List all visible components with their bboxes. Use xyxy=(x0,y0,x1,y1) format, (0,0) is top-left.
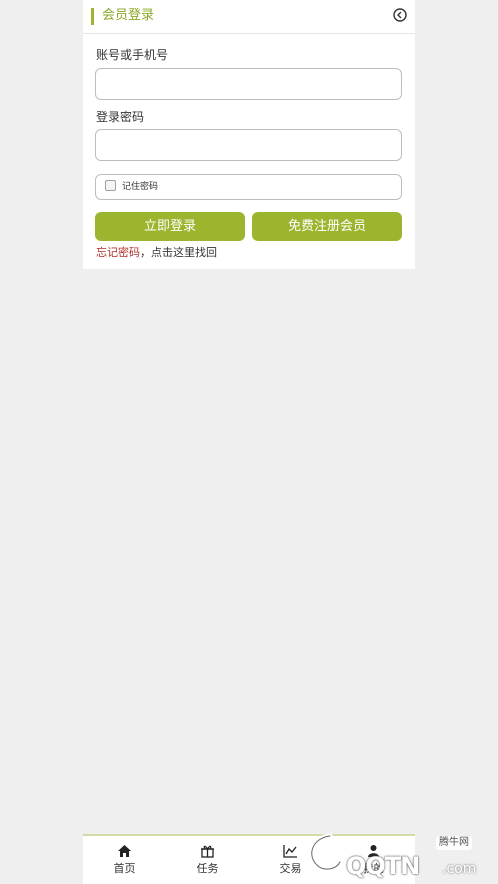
nav-item-tasks[interactable]: 任务 xyxy=(166,836,249,884)
remember-password-row[interactable]: 记住密码 xyxy=(95,174,402,200)
circle-chevron-left-icon xyxy=(393,8,407,22)
watermark-site-name: 腾牛网 xyxy=(436,836,472,850)
header-accent-bar xyxy=(91,8,94,25)
chart-icon xyxy=(283,845,297,858)
panel-header: 会员登录 xyxy=(83,0,415,34)
remember-label: 记住密码 xyxy=(122,182,159,192)
gift-icon xyxy=(201,845,214,858)
password-input[interactable] xyxy=(95,129,402,161)
nav-label-home: 首页 xyxy=(113,862,136,875)
nav-item-home[interactable]: 首页 xyxy=(83,836,166,884)
nav-label-tasks: 任务 xyxy=(196,862,219,875)
forgot-password-link[interactable]: 忘记密码 xyxy=(96,246,140,259)
watermark-suffix: .com xyxy=(442,861,477,877)
login-button[interactable]: 立即登录 xyxy=(95,212,245,241)
remember-checkbox[interactable] xyxy=(105,180,116,191)
password-label: 登录密码 xyxy=(96,110,145,124)
account-label: 账号或手机号 xyxy=(96,48,169,62)
page-title: 会员登录 xyxy=(102,8,155,23)
home-icon xyxy=(118,845,131,857)
account-input[interactable] xyxy=(95,68,402,100)
back-button[interactable] xyxy=(393,8,407,22)
forgot-password-hint: ，点击这里找回 xyxy=(140,246,217,259)
forgot-password-row: 忘记密码，点击这里找回 xyxy=(96,246,217,260)
register-button[interactable]: 免费注册会员 xyxy=(252,212,402,241)
watermark-logo: QQTN xyxy=(346,852,420,880)
login-panel: 会员登录 账号或手机号 登录密码 记住密码 立即登录 免费注册会员 忘记密码，点… xyxy=(83,0,415,269)
